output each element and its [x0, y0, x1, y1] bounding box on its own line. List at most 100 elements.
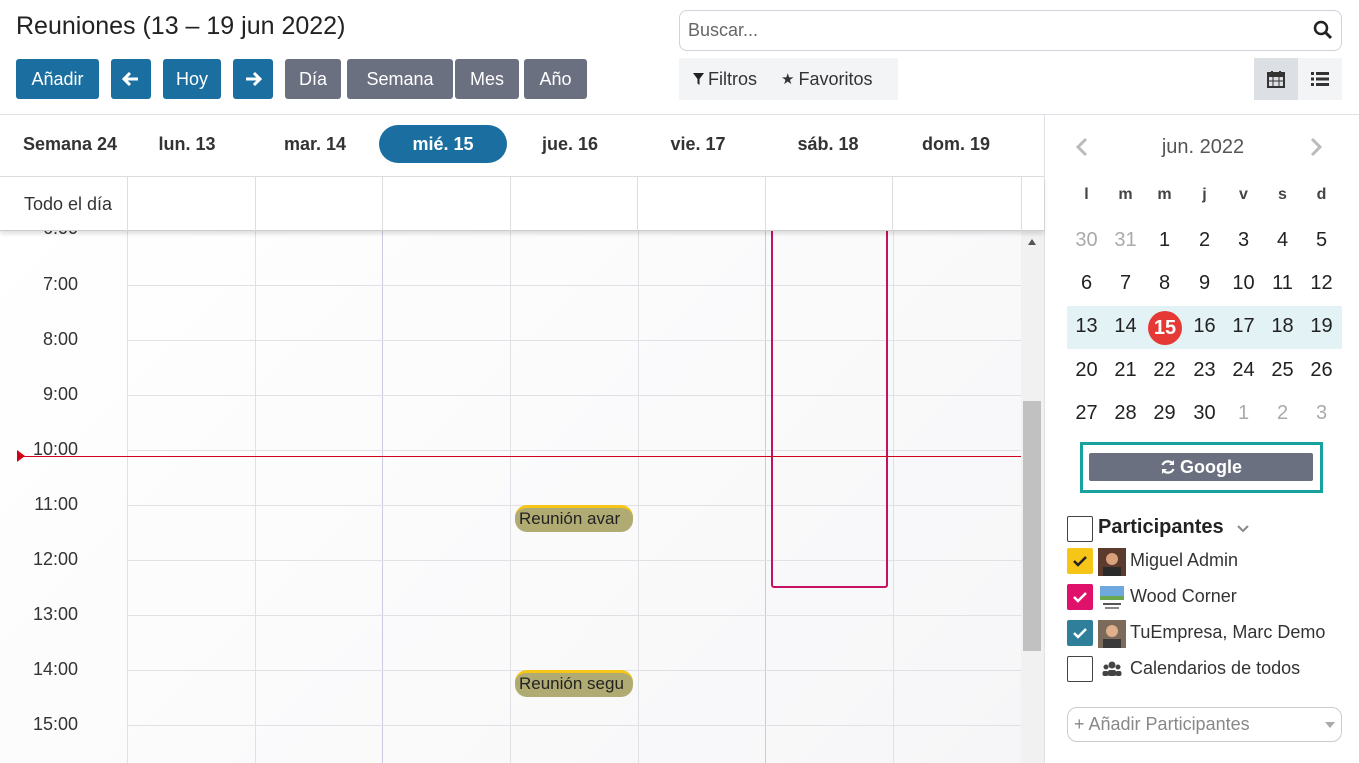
list-view-button[interactable]	[1298, 58, 1342, 100]
mini-calendar-day[interactable]: 1	[1145, 229, 1184, 252]
mini-calendar-day[interactable]: 9	[1185, 272, 1224, 295]
event-item[interactable]: Reunión avar	[515, 505, 633, 532]
mini-calendar-day[interactable]: 11	[1263, 272, 1302, 295]
mini-calendar-day[interactable]: 3	[1302, 402, 1341, 425]
event-item[interactable]: Reunión segu	[515, 670, 633, 697]
mini-calendar-day[interactable]: 21	[1106, 359, 1145, 382]
today-button[interactable]: Hoy	[163, 59, 221, 99]
mini-calendar-day[interactable]: 10	[1224, 272, 1263, 295]
mini-calendar-day[interactable]: 29	[1145, 402, 1184, 425]
mini-calendar-day[interactable]: 1	[1224, 402, 1263, 425]
week-calendar: Semana 24 lun. 13 mar. 14 mié. 15 jue. 1…	[0, 115, 1044, 763]
google-sync-button[interactable]: Google	[1089, 453, 1313, 481]
scale-month-button[interactable]: Mes	[455, 59, 519, 99]
calendar-view-button[interactable]	[1254, 58, 1298, 100]
mini-calendar-day[interactable]: 23	[1185, 359, 1224, 382]
day-header-thu[interactable]: jue. 16	[510, 125, 630, 163]
participant-checkbox[interactable]	[1067, 548, 1093, 574]
mini-calendar-day[interactable]: 18	[1263, 315, 1302, 338]
mini-calendar-day[interactable]: 8	[1145, 272, 1184, 295]
participant-name: Miguel Admin	[1130, 550, 1239, 570]
check-icon	[1073, 592, 1087, 603]
participant-checkbox[interactable]	[1067, 620, 1093, 646]
mini-calendar-day[interactable]: 28	[1106, 402, 1145, 425]
add-button[interactable]: Añadir	[16, 59, 99, 99]
mini-calendar-day[interactable]: 2	[1185, 229, 1224, 252]
mini-calendar-day[interactable]: 16	[1185, 315, 1224, 338]
mini-calendar-day[interactable]: 25	[1263, 359, 1302, 382]
time-grid[interactable]: 6:00 7:00 8:00 9:00 10:00 11:00 12:00 13…	[0, 231, 1044, 763]
add-participants-select[interactable]: + Añadir Participantes	[1067, 707, 1342, 742]
favorites-button[interactable]: ★ Favoritos	[781, 69, 872, 90]
mini-calendar-day[interactable]: 6	[1067, 272, 1106, 295]
day-header-mon[interactable]: lun. 13	[127, 125, 247, 163]
participant-name: Calendarios de todos	[1130, 658, 1301, 678]
grid-column-line	[382, 231, 383, 763]
mini-calendar-day[interactable]: 30	[1185, 402, 1224, 425]
mini-calendar-day[interactable]: 13	[1067, 315, 1106, 338]
mini-calendar-day[interactable]: 24	[1224, 359, 1263, 382]
day-header-sat[interactable]: sáb. 18	[766, 125, 890, 163]
grid-column-line	[510, 231, 511, 763]
mini-calendar-day[interactable]: 3	[1224, 229, 1263, 252]
mini-calendar-day[interactable]: 5	[1302, 229, 1341, 252]
favorites-label: Favoritos	[798, 68, 873, 89]
chevron-down-icon[interactable]	[1236, 524, 1250, 534]
column-divider	[382, 177, 383, 231]
mini-calendar-day[interactable]: 12	[1302, 272, 1341, 295]
grid-column-line	[255, 231, 256, 763]
day-header-fri[interactable]: vie. 17	[638, 125, 758, 163]
filters-button[interactable]: Filtros	[693, 69, 757, 90]
scale-day-button[interactable]: Día	[285, 59, 341, 99]
search-icon[interactable]	[1313, 20, 1333, 40]
participants-toggle-all[interactable]	[1067, 516, 1093, 542]
day-header-tue[interactable]: mar. 14	[255, 125, 375, 163]
mini-calendar-title: jun. 2022	[1161, 136, 1245, 158]
weekday-label: s	[1278, 186, 1287, 203]
previous-button[interactable]	[111, 59, 151, 99]
day-header-wed-today[interactable]: mié. 15	[379, 125, 507, 163]
mini-calendar-day[interactable]: 22	[1145, 359, 1184, 382]
mini-calendar-next[interactable]	[1308, 136, 1324, 165]
mini-calendar-day[interactable]: 27	[1067, 402, 1106, 425]
scrollbar-thumb[interactable]	[1023, 401, 1041, 651]
column-divider	[127, 177, 128, 231]
search-bar	[679, 10, 1342, 51]
weekday-label: m	[1118, 186, 1133, 203]
time-label: 13:00	[32, 604, 78, 624]
mini-calendar-prev[interactable]	[1074, 136, 1090, 165]
scroll-up-arrow[interactable]	[1028, 239, 1036, 245]
participants-title[interactable]: Participantes	[1098, 516, 1224, 539]
participant-checkbox[interactable]	[1067, 584, 1093, 610]
time-label: 11:00	[34, 494, 78, 514]
grid-column-line	[638, 231, 639, 763]
mini-calendar-day[interactable]: 20	[1067, 359, 1106, 382]
selection-box[interactable]	[771, 231, 888, 588]
mini-calendar-today[interactable]: 15	[1148, 311, 1182, 345]
chevron-left-icon	[1075, 137, 1088, 157]
users-icon	[1102, 661, 1122, 676]
scale-week-button[interactable]: Semana	[347, 59, 453, 99]
mini-calendar-day[interactable]: 19	[1302, 315, 1341, 338]
column-divider	[892, 177, 893, 231]
participant-checkbox[interactable]	[1067, 656, 1093, 682]
mini-calendar-day[interactable]: 30	[1067, 229, 1106, 252]
mini-calendar-day[interactable]: 26	[1302, 359, 1341, 382]
weekday-label: m	[1157, 186, 1172, 203]
mini-calendar-day[interactable]: 7	[1106, 272, 1145, 295]
day-header-sun[interactable]: dom. 19	[893, 125, 1019, 163]
mini-calendar-day[interactable]: 31	[1106, 229, 1145, 252]
next-button[interactable]	[233, 59, 273, 99]
arrow-left-icon	[122, 71, 138, 87]
mini-calendar-day[interactable]: 14	[1106, 315, 1145, 338]
scale-year-button[interactable]: Año	[524, 59, 587, 99]
scrollbar[interactable]	[1021, 231, 1044, 763]
avatar	[1098, 620, 1126, 648]
search-input[interactable]	[688, 20, 1288, 41]
hour-line	[127, 615, 1021, 616]
participant-name: Wood Corner	[1130, 586, 1237, 606]
weekday-label: d	[1316, 186, 1327, 203]
mini-calendar-day[interactable]: 2	[1263, 402, 1302, 425]
mini-calendar-day[interactable]: 4	[1263, 229, 1302, 252]
mini-calendar-day[interactable]: 17	[1224, 315, 1263, 338]
